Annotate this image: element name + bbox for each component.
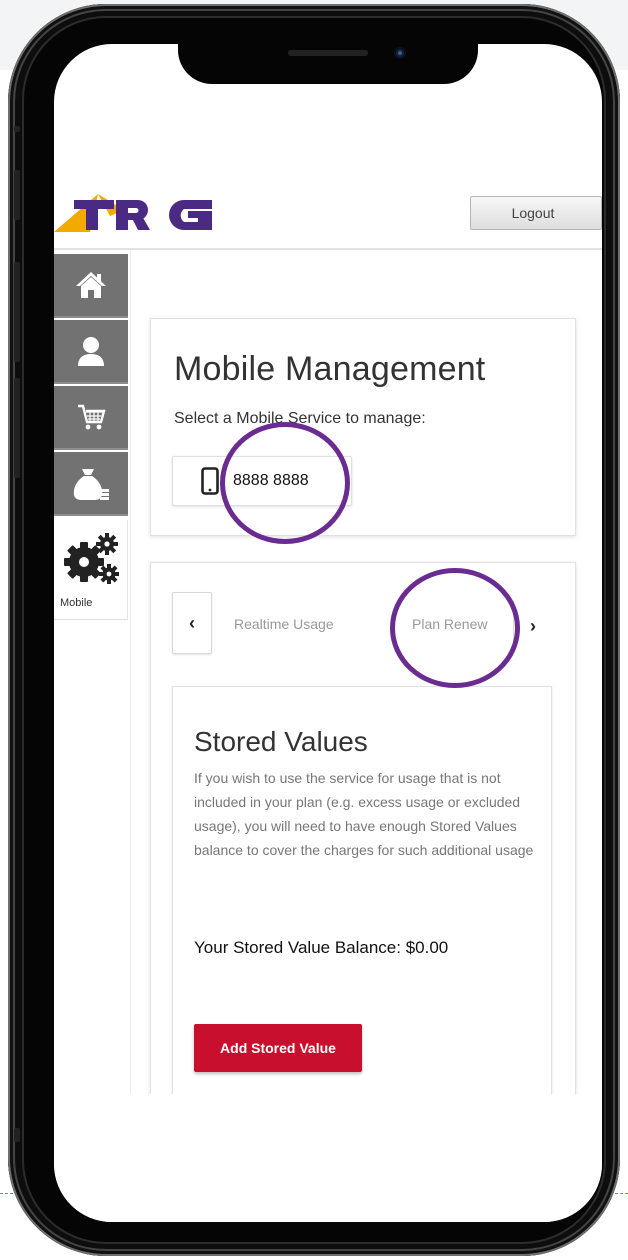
gears-icon xyxy=(64,533,119,584)
cart-icon xyxy=(78,404,106,430)
tab-prev-button[interactable]: ‹ xyxy=(172,592,212,654)
phone-side-button xyxy=(14,262,20,362)
tpg-logo[interactable]: TPG xyxy=(54,186,214,234)
highlight-circle-plan-renew xyxy=(390,568,520,688)
phone-screen: TPG Logout xyxy=(54,44,602,1222)
sidebar-item-billing[interactable] xyxy=(54,452,128,516)
tab-next-button[interactable]: › xyxy=(516,612,550,640)
front-camera xyxy=(394,47,406,59)
screen-bottom-area xyxy=(54,1094,602,1222)
sidebar-item-home[interactable] xyxy=(54,254,128,318)
speaker-grille xyxy=(288,50,368,56)
highlight-circle-service xyxy=(220,422,350,544)
stored-values-description: If you wish to use the service for usage… xyxy=(194,770,534,858)
phone-side-button xyxy=(14,126,20,132)
sidebar-item-label: Mobile xyxy=(60,597,93,609)
phone-side-button xyxy=(14,1128,20,1142)
content-divider xyxy=(130,250,131,1222)
sidebar-item-shop[interactable] xyxy=(54,386,128,450)
user-icon xyxy=(78,337,104,366)
phone-side-button xyxy=(14,378,20,478)
phone-side-button xyxy=(14,170,20,220)
logo-text: TPG xyxy=(214,186,215,187)
stored-value-balance: Your Stored Value Balance: $0.00 xyxy=(194,938,449,957)
phone-notch xyxy=(178,44,478,84)
header-divider xyxy=(54,248,602,250)
stored-values-title: Stored Values xyxy=(194,726,368,757)
sidebar-item-mobile[interactable]: Mobile xyxy=(54,520,128,620)
money-bag-icon xyxy=(73,469,109,500)
sidebar-item-account[interactable] xyxy=(54,320,128,384)
tpg-logo-graphic xyxy=(54,194,212,232)
logout-button[interactable]: Logout xyxy=(470,196,602,230)
tab-realtime-usage[interactable]: Realtime Usage xyxy=(234,616,334,632)
phone-icon xyxy=(201,467,219,495)
page-title: Mobile Management xyxy=(174,350,486,388)
home-icon xyxy=(76,272,106,298)
add-stored-value-button[interactable]: Add Stored Value xyxy=(194,1024,362,1072)
